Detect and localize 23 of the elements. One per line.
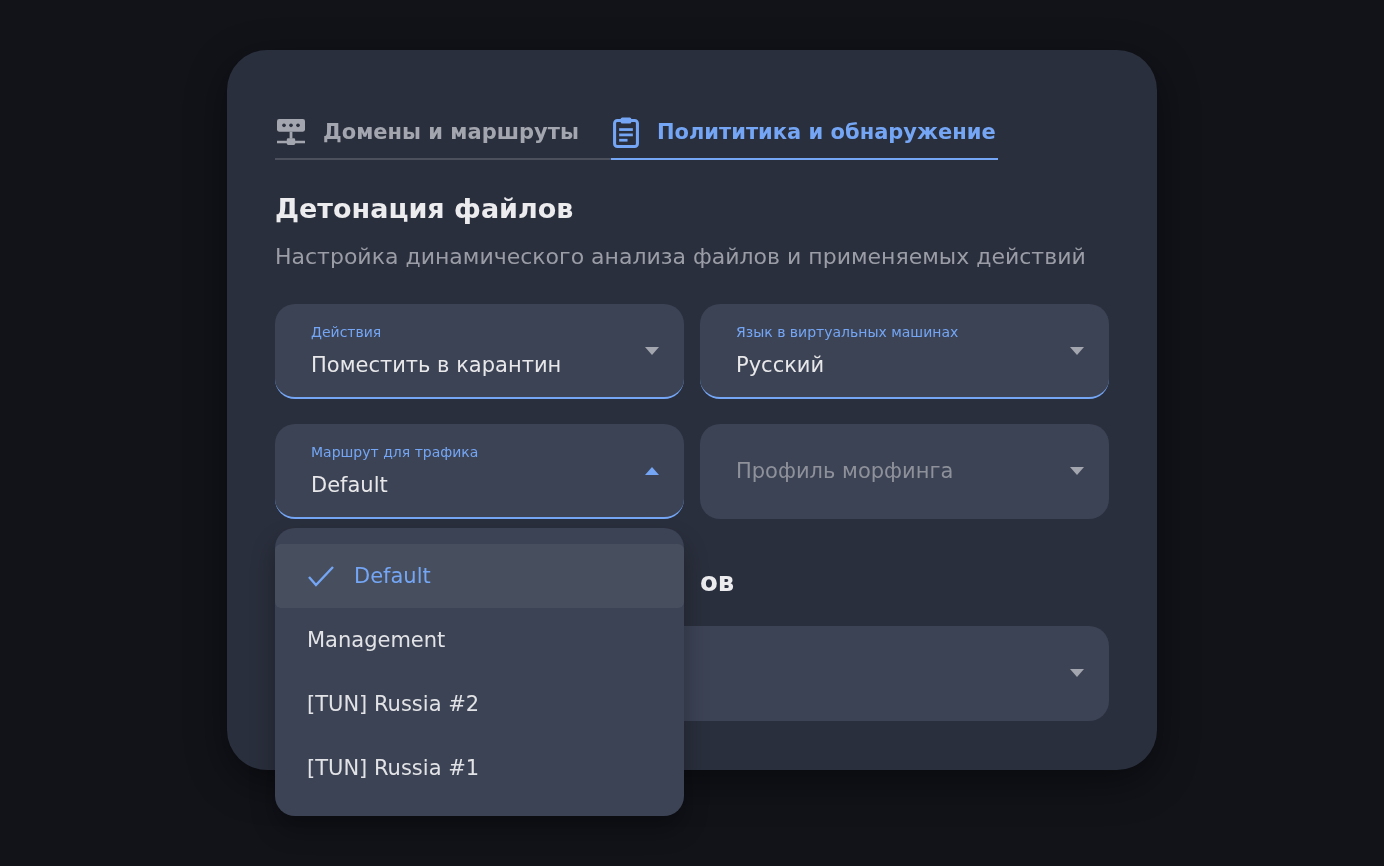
select-field[interactable]: Язык в виртуальных машинах Русский bbox=[700, 304, 1109, 399]
check-icon bbox=[307, 565, 335, 587]
tab[interactable]: Домены и маршруты bbox=[275, 106, 611, 160]
caret-icon bbox=[1070, 346, 1084, 355]
menu-option[interactable]: [TUN] Russia #1 bbox=[275, 736, 684, 800]
field-label: Действия bbox=[311, 322, 383, 342]
field-label: Язык в виртуальных машинах bbox=[736, 322, 959, 342]
clipboard-icon bbox=[612, 116, 639, 148]
caret-icon bbox=[645, 346, 659, 355]
section-heading: Детонация файлов bbox=[275, 192, 575, 226]
menu-option[interactable]: [TUN] Russia #2 bbox=[275, 672, 684, 736]
field-label: Маршрут для трафика bbox=[311, 442, 479, 462]
section-heading: ов bbox=[700, 567, 735, 597]
caret-icon bbox=[1070, 466, 1084, 475]
tab[interactable]: Полититика и обнаружение bbox=[610, 106, 998, 160]
caret-icon bbox=[1070, 668, 1084, 677]
section-description: Настройка динамического анализа файлов и применяемых действий bbox=[275, 243, 1087, 271]
menu-option[interactable]: Management bbox=[275, 608, 684, 672]
select-field[interactable]: Действия Поместить в карантин bbox=[275, 304, 684, 399]
select-field[interactable]: Маршрут для трафика Default bbox=[275, 424, 684, 519]
select-field[interactable] bbox=[684, 626, 1109, 721]
caret-icon bbox=[645, 466, 659, 475]
server-network-icon bbox=[277, 119, 305, 145]
